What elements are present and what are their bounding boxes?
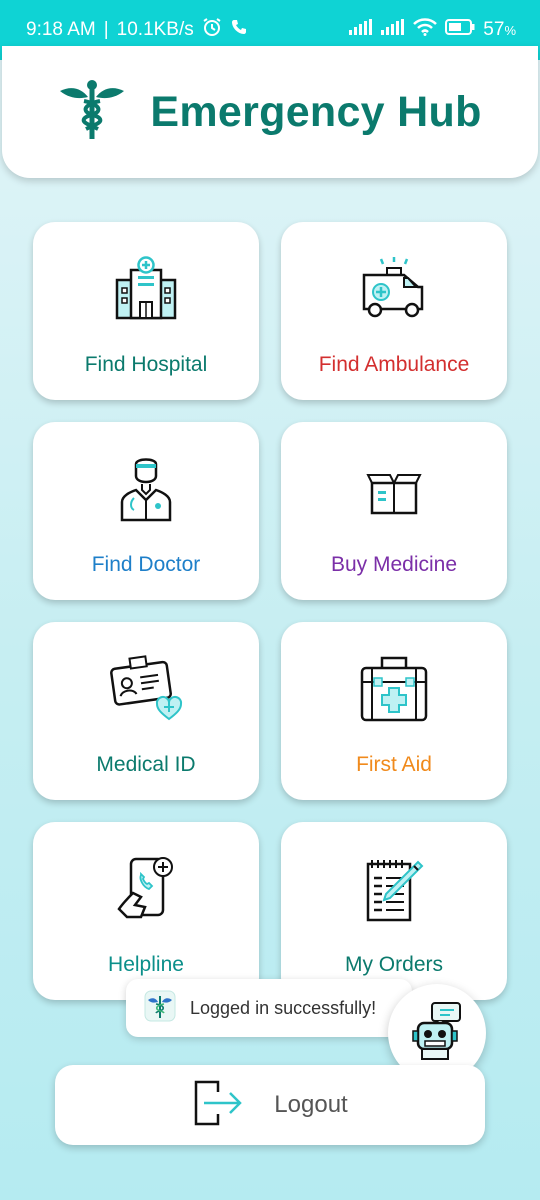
robot-chat-icon: [410, 1001, 464, 1066]
login-success-toast: Logged in successfully!: [126, 979, 412, 1037]
battery-percent: 57%: [483, 19, 516, 40]
my-orders-button[interactable]: My Orders: [281, 822, 507, 1000]
signal-icon: [349, 19, 373, 41]
medicine-box-icon: [366, 452, 422, 526]
caduceus-icon: [58, 79, 126, 146]
phone-icon: [230, 18, 248, 42]
network-speed: 10.1KB/s: [116, 19, 194, 40]
buy-medicine-button[interactable]: Buy Medicine: [281, 422, 507, 600]
first-aid-button[interactable]: First Aid: [281, 622, 507, 800]
tile-label: Find Doctor: [91, 553, 201, 576]
tile-label: Helpline: [108, 953, 184, 976]
phone-call-icon: [115, 852, 177, 926]
tile-label: Buy Medicine: [330, 553, 458, 576]
alarm-icon: [202, 17, 222, 43]
status-time: 9:18 AM: [26, 19, 96, 40]
medical-id-button[interactable]: Medical ID: [33, 622, 259, 800]
tile-label: Find Ambulance: [318, 353, 470, 376]
orders-icon: [362, 852, 426, 926]
logout-label: Logout: [274, 1091, 348, 1118]
toast-message: Logged in successfully!: [190, 997, 377, 1018]
logout-button[interactable]: Logout: [55, 1065, 485, 1145]
app-header: Emergency Hub: [2, 46, 538, 178]
tile-label: My Orders: [344, 953, 443, 976]
find-doctor-button[interactable]: Find Doctor: [33, 422, 259, 600]
ambulance-icon: [359, 252, 429, 326]
helpline-button[interactable]: Helpline: [33, 822, 259, 1000]
find-ambulance-button[interactable]: Find Ambulance: [281, 222, 507, 400]
hospital-icon: [113, 252, 179, 326]
wifi-icon: [413, 18, 438, 42]
app-logo-icon: [144, 990, 176, 1027]
tile-label: First Aid: [356, 753, 432, 776]
tile-label: Medical ID: [96, 753, 196, 776]
battery-icon: [445, 19, 475, 41]
find-hospital-button[interactable]: Find Hospital: [33, 222, 259, 400]
app-title: Emergency Hub: [150, 87, 482, 136]
logout-icon: [192, 1078, 244, 1133]
signal-icon: [381, 19, 405, 41]
first-aid-kit-icon: [358, 652, 430, 726]
tile-label: Find Hospital: [84, 353, 208, 376]
doctor-icon: [116, 452, 176, 526]
id-card-icon: [107, 652, 185, 726]
